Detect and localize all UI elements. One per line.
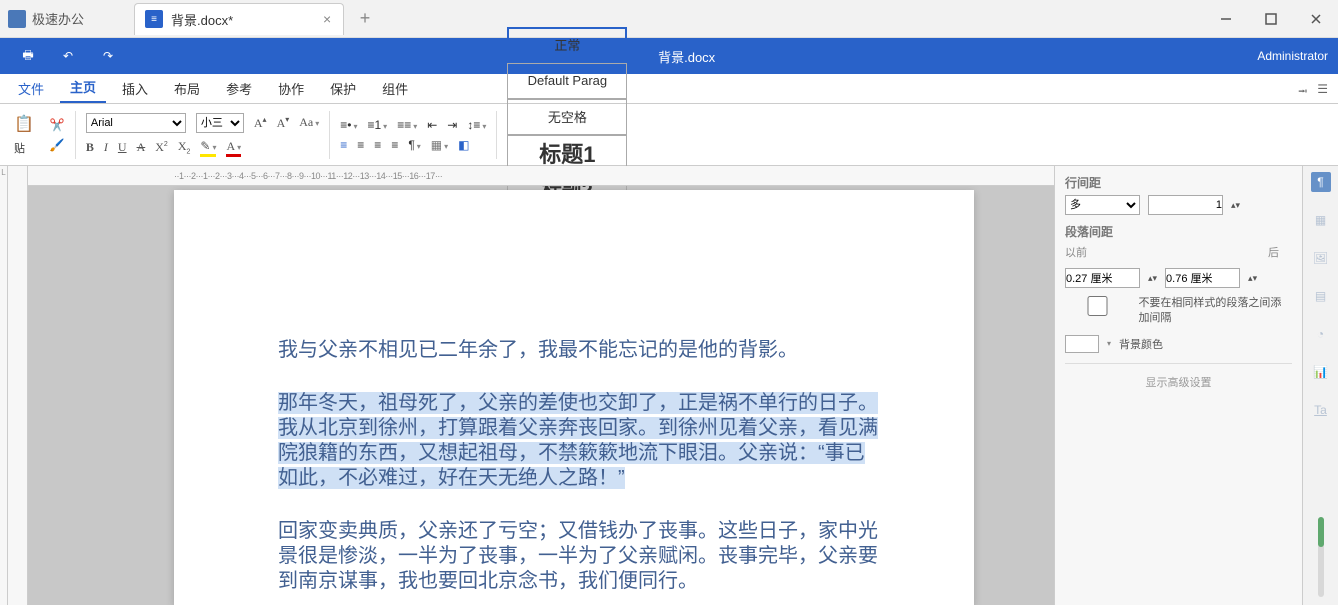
subscript-button[interactable]: X2: [178, 139, 191, 155]
paragraph-3[interactable]: 回家变卖典质，父亲还了亏空；又借钱办了丧事。这些日子，家中光景很是惨淡，一半为了…: [278, 519, 884, 594]
chart-sidebar-icon[interactable]: 📊: [1311, 362, 1331, 382]
quick-access-bar: 🖶 ↶ ↷ 背景.docx Administrator: [0, 38, 1338, 74]
bullet-list-icon[interactable]: ≡•: [340, 118, 357, 132]
menu-icon[interactable]: ☰: [1317, 82, 1328, 103]
spacing-after-input[interactable]: [1165, 268, 1240, 288]
style-normal[interactable]: 正常: [507, 27, 627, 63]
ribbon: 📋 贴 ✂️ 🖌️ Arial 小三 A▴ A▾ Aa B I U A X2 X…: [0, 104, 1338, 166]
style-default-para[interactable]: Default Parag: [507, 63, 627, 99]
document-tab[interactable]: ≡ 背景.docx* ×: [134, 3, 344, 35]
workspace: L ··1···2···1···2···3···4···5···6···7···…: [0, 166, 1338, 605]
maximize-button[interactable]: [1248, 4, 1293, 34]
stepper-icon[interactable]: ▴▾: [1231, 200, 1240, 211]
menu-file[interactable]: 文件: [8, 74, 54, 103]
strikethrough-button[interactable]: A: [137, 140, 146, 155]
same-style-label: 不要在相同样式的段落之间添加间隔: [1138, 296, 1292, 327]
paragraph-mark-icon[interactable]: ¶: [408, 138, 420, 152]
superscript-button[interactable]: X2: [155, 140, 168, 155]
bg-color-label: 背景颜色: [1119, 336, 1163, 352]
image-sidebar-icon[interactable]: 🖼: [1311, 248, 1331, 268]
ruler-corner: L: [0, 166, 8, 605]
spacing-before-input[interactable]: [1065, 268, 1140, 288]
page[interactable]: 我与父亲不相见已二年余了，我最不能忘记的是他的背影。 那年冬天，祖母死了，父亲的…: [174, 190, 974, 605]
menu-collab[interactable]: 协作: [268, 74, 314, 103]
sidebar-scroll[interactable]: [1318, 517, 1324, 597]
app-name: 极速办公: [32, 9, 84, 28]
vertical-ruler[interactable]: [8, 166, 28, 605]
horizontal-ruler[interactable]: ··1···2···1···2···3···4···5···6···7···8·…: [28, 166, 1054, 186]
paragraph-2[interactable]: 那年冬天，祖母死了，父亲的差使也交卸了，正是祸不单行的日子。我从北京到徐州，打算…: [278, 391, 884, 491]
line-spacing-icon[interactable]: ↕≡: [467, 118, 486, 132]
new-tab-button[interactable]: +: [350, 8, 380, 29]
menu-home[interactable]: 主页: [60, 72, 106, 103]
align-justify-icon[interactable]: ≡: [391, 138, 398, 152]
menu-ref[interactable]: 参考: [216, 74, 262, 103]
window-controls: [1203, 4, 1338, 34]
same-style-checkbox[interactable]: [1065, 296, 1130, 316]
increase-font-icon[interactable]: A▴: [254, 115, 267, 131]
cut-icon[interactable]: ✂️: [50, 118, 65, 132]
redo-icon[interactable]: ↷: [100, 48, 116, 64]
align-center-icon[interactable]: ≡: [357, 138, 364, 152]
change-case-icon[interactable]: Aa: [299, 115, 319, 130]
advanced-settings-link[interactable]: 显示高级设置: [1065, 363, 1292, 390]
menu-insert[interactable]: 插入: [112, 74, 158, 103]
close-button[interactable]: [1293, 4, 1338, 34]
line-spacing-mode[interactable]: 多: [1065, 195, 1140, 215]
format-painter-icon[interactable]: 🖌️: [50, 138, 65, 152]
doc-icon: ≡: [145, 10, 163, 28]
decrease-font-icon[interactable]: A▾: [277, 115, 290, 131]
doc-title: 背景.docx: [116, 47, 1257, 66]
tab-close-icon[interactable]: ×: [323, 11, 333, 27]
tab-title: 背景.docx*: [171, 10, 315, 29]
underline-button[interactable]: U: [118, 140, 127, 155]
number-list-icon[interactable]: ≡1: [367, 118, 387, 132]
text-sidebar-icon[interactable]: Ta: [1311, 400, 1331, 420]
menu-layout[interactable]: 布局: [164, 74, 210, 103]
table-sidebar-icon[interactable]: ▦: [1311, 210, 1331, 230]
undo-icon[interactable]: ↶: [60, 48, 76, 64]
font-size-select[interactable]: 小三: [196, 113, 244, 133]
style-color-icon[interactable]: ◧: [458, 138, 469, 152]
right-sidebar: ¶ ▦ 🖼 ▤ ◔ 📊 Ta: [1302, 166, 1338, 605]
menu-comp[interactable]: 组件: [372, 74, 418, 103]
style-no-spacing[interactable]: 无空格: [507, 99, 627, 135]
export-icon[interactable]: ⭲: [1298, 82, 1307, 103]
bold-button[interactable]: B: [86, 140, 94, 155]
stepper-icon[interactable]: ▴▾: [1248, 273, 1257, 284]
line-spacing-value[interactable]: [1148, 195, 1223, 215]
highlight-button[interactable]: ✎: [200, 139, 216, 157]
user-label[interactable]: Administrator: [1257, 49, 1328, 63]
paragraph-1[interactable]: 我与父亲不相见已二年余了，我最不能忘记的是他的背影。: [278, 338, 884, 363]
increase-indent-icon[interactable]: ⇥: [447, 118, 457, 132]
align-left-icon[interactable]: ≡: [340, 138, 347, 152]
after-label: 后: [1268, 244, 1292, 260]
stepper-icon[interactable]: ▴▾: [1148, 273, 1157, 284]
before-label: 以前: [1065, 244, 1089, 260]
bg-color-swatch[interactable]: [1065, 335, 1099, 353]
paragraph-sidebar-icon[interactable]: ¶: [1311, 172, 1331, 192]
print-icon[interactable]: 🖶: [20, 48, 36, 64]
minimize-button[interactable]: [1203, 4, 1248, 34]
italic-button[interactable]: I: [104, 140, 108, 155]
shapes-sidebar-icon[interactable]: ◔: [1311, 324, 1331, 344]
title-bar: 极速办公 ≡ 背景.docx* × +: [0, 0, 1338, 38]
paragraph-panel: 行间距 多 ▴▾ 段落间距 以前 后 ▴▾ ▴▾ 不要在相同样式的段落之间添加间…: [1054, 166, 1302, 605]
headerfooter-sidebar-icon[interactable]: ▤: [1311, 286, 1331, 306]
align-right-icon[interactable]: ≡: [374, 138, 381, 152]
font-color-button[interactable]: A: [226, 139, 241, 157]
menu-protect[interactable]: 保护: [320, 74, 366, 103]
app-icon: [8, 10, 26, 28]
multilevel-list-icon[interactable]: ≡≡: [397, 118, 417, 132]
paste-label: 贴: [14, 140, 34, 156]
menu-bar: 文件 主页 插入 布局 参考 协作 保护 组件 ⭲ ☰: [0, 74, 1338, 104]
shading-icon[interactable]: ▦: [431, 138, 448, 152]
line-spacing-label: 行间距: [1065, 174, 1292, 191]
paste-icon[interactable]: 📋: [14, 114, 34, 134]
font-name-select[interactable]: Arial: [86, 113, 186, 133]
document-area[interactable]: 我与父亲不相见已二年余了，我最不能忘记的是他的背影。 那年冬天，祖母死了，父亲的…: [28, 186, 1054, 605]
decrease-indent-icon[interactable]: ⇤: [427, 118, 437, 132]
para-spacing-label: 段落间距: [1065, 223, 1292, 240]
